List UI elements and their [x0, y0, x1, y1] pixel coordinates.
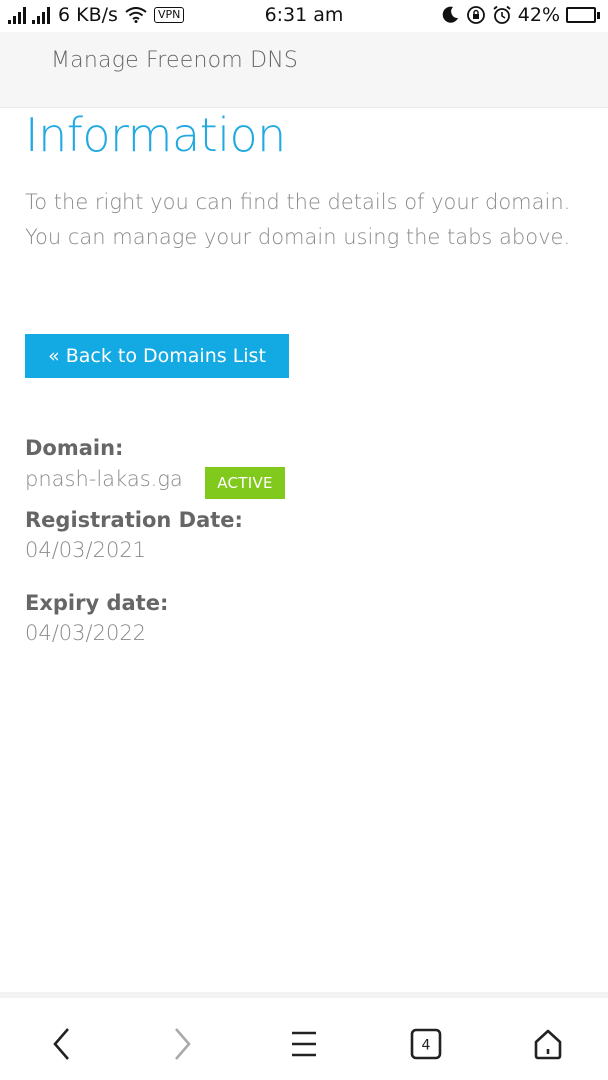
back-icon[interactable] [40, 1024, 84, 1064]
intro-text: To the right you can find the details of… [25, 190, 571, 249]
page-title: Information [25, 108, 286, 162]
menu-icon[interactable] [282, 1024, 326, 1064]
domain-value: pnash-lakas.ga [25, 467, 183, 491]
status-bar: 6 KB/s VPN 6:31 am 42% [0, 0, 608, 32]
page-header: Manage Freenom DNS [0, 32, 608, 108]
back-to-domains-button[interactable]: « Back to Domains List [25, 334, 289, 378]
moon-icon [442, 6, 458, 23]
expiry-date-label: Expiry date: [25, 591, 169, 615]
tabs-icon[interactable]: 4 [404, 1024, 448, 1064]
forward-icon[interactable] [160, 1024, 204, 1064]
status-badge: ACTIVE [205, 467, 285, 499]
battery-icon [566, 7, 600, 23]
header-title: Manage Freenom DNS [51, 48, 299, 73]
status-right: 42% [440, 4, 600, 26]
tab-count: 4 [422, 1038, 431, 1054]
battery-percent: 42% [517, 4, 560, 26]
alarm-icon [493, 5, 511, 24]
registration-date-label: Registration Date: [25, 508, 243, 532]
expiry-date-value: 04/03/2022 [25, 621, 147, 645]
domain-label: Domain: [25, 436, 124, 460]
home-icon[interactable] [526, 1024, 570, 1064]
registration-date-value: 04/03/2021 [25, 538, 147, 562]
rotation-lock-icon [466, 6, 485, 24]
browser-bottom-nav: 4 [0, 992, 608, 1080]
